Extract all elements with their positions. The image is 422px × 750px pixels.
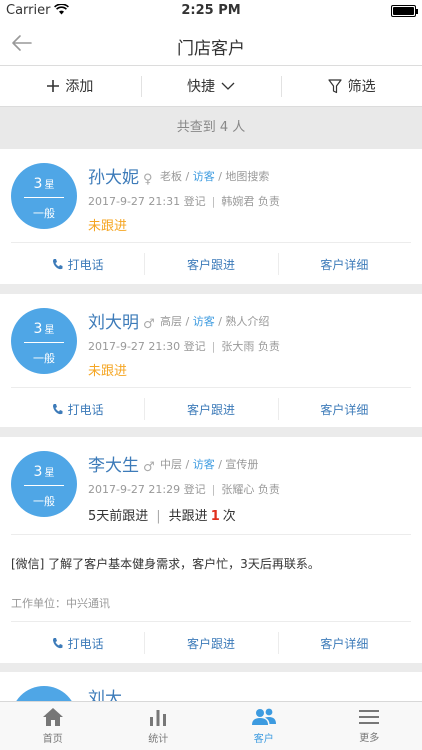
toolbar: 添加 快捷 筛选: [0, 66, 422, 107]
star-rating-badge: 3星 一般: [11, 451, 77, 517]
follow-up-button[interactable]: 客户跟进: [144, 388, 277, 430]
detail-button[interactable]: 客户详细: [277, 243, 411, 285]
status-bar: Carrier 2:25 PM: [0, 0, 422, 22]
add-button[interactable]: 添加: [0, 66, 141, 106]
call-button[interactable]: 打电话: [11, 388, 144, 430]
customer-level: 一般: [33, 207, 55, 220]
quick-label: 快捷: [187, 79, 215, 95]
phone-icon: [52, 404, 63, 415]
filter-button[interactable]: 筛选: [281, 66, 422, 106]
people-icon: [251, 708, 276, 725]
call-button[interactable]: 打电话: [11, 243, 144, 285]
male-icon: ♂: [143, 317, 155, 332]
tab-more[interactable]: 更多: [317, 702, 422, 750]
follow-status: 未跟进: [88, 219, 128, 234]
customer-meta: 2017-9-27 21:30 登记 | 张大雨 负责: [88, 340, 280, 353]
phone-icon: [52, 638, 63, 649]
filter-label: 筛选: [347, 79, 376, 95]
bar-chart-icon: [150, 710, 167, 726]
home-icon: [42, 708, 63, 726]
star-rating-badge: 3星 一般: [11, 163, 77, 229]
customer-tags: 高层 / 访客 / 熟人介绍: [160, 315, 270, 328]
follow-summary: 5天前跟进 | 共跟进 1 次: [88, 509, 236, 524]
card-actions: 打电话 客户跟进 客户详细: [11, 622, 411, 664]
call-button[interactable]: 打电话: [11, 622, 144, 664]
phone-icon: [52, 259, 63, 270]
customer-name: 刘大: [88, 689, 122, 702]
navigation-bar: 门店客户: [0, 22, 422, 66]
customer-card[interactable]: 刘大: [0, 672, 422, 702]
customer-card[interactable]: 3星 一般 李大生 ♂ 中层 / 访客 / 宣传册 2017-9-27 21:29…: [0, 437, 422, 663]
customer-level: 一般: [33, 352, 55, 365]
customer-name: 孙大妮 ♀: [88, 168, 153, 188]
chevron-down-icon: [221, 82, 235, 90]
plus-icon: [47, 80, 60, 92]
detail-button[interactable]: 客户详细: [277, 622, 411, 664]
star-rating-badge: 3星 一般: [11, 308, 77, 374]
customer-card[interactable]: 3星 一般 孙大妮 ♀ 老板 / 访客 / 地图搜索 2017-9-27 21:3…: [0, 149, 422, 284]
tab-home[interactable]: 首页: [0, 702, 106, 750]
customer-name: 刘大明 ♂: [88, 313, 155, 333]
customer-tags: 老板 / 访客 / 地图搜索: [160, 170, 270, 183]
filter-icon: [328, 78, 342, 94]
follow-note: [微信] 了解了客户基本健身需求，客户忙，3天后再联系。: [11, 557, 320, 571]
tab-bar: 首页 统计 客户 更多: [0, 701, 422, 750]
customer-meta: 2017-9-27 21:29 登记 | 张耀心 负责: [88, 483, 280, 496]
follow-status: 未跟进: [88, 364, 128, 379]
customer-card[interactable]: 3星 一般 刘大明 ♂ 高层 / 访客 / 熟人介绍 2017-9-27 21:3…: [0, 294, 422, 427]
card-actions: 打电话 客户跟进 客户详细: [11, 388, 411, 430]
tab-stats[interactable]: 统计: [106, 702, 212, 750]
battery-icon: [391, 5, 418, 17]
customer-meta: 2017-9-27 21:31 登记 | 韩婉君 负责: [88, 195, 280, 208]
add-label: 添加: [65, 79, 94, 95]
star-rating-badge: [11, 686, 77, 702]
female-icon: ♀: [143, 172, 153, 187]
follow-up-button[interactable]: 客户跟进: [144, 243, 277, 285]
tab-customer[interactable]: 客户: [211, 702, 317, 750]
male-icon: ♂: [143, 460, 155, 475]
customer-name: 李大生 ♂: [88, 456, 155, 476]
clock: 2:25 PM: [181, 3, 241, 18]
follow-count: 1: [210, 509, 220, 524]
customer-tags: 中层 / 访客 / 宣传册: [160, 458, 259, 471]
follow-up-button[interactable]: 客户跟进: [144, 622, 277, 664]
result-count: 共查到 4 人: [0, 107, 422, 149]
work-unit: 工作单位：中兴通讯: [11, 597, 110, 610]
detail-button[interactable]: 客户详细: [277, 388, 411, 430]
page-title: 门店客户: [177, 39, 245, 59]
customer-level: 一般: [33, 495, 55, 508]
menu-icon: [359, 710, 380, 724]
quick-dropdown[interactable]: 快捷: [140, 66, 282, 106]
card-actions: 打电话 客户跟进 客户详细: [11, 243, 411, 285]
